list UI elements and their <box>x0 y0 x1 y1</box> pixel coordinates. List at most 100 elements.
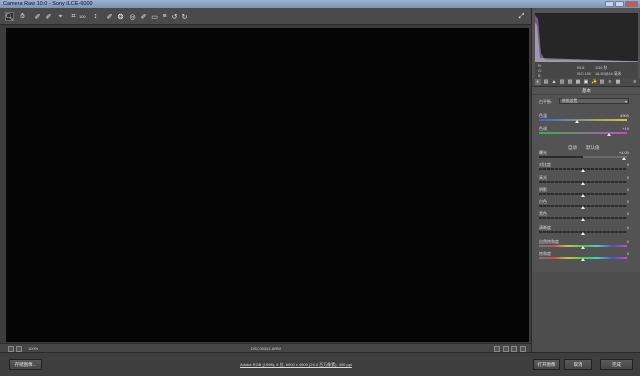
slider-row: 自然饱和度 0 <box>532 239 640 250</box>
white-balance-value: 原照设置 <box>562 99 578 103</box>
slider-value[interactable]: 0 <box>627 199 629 204</box>
canvas-area <box>0 25 531 343</box>
tab-tone-curve-icon[interactable]: ▤ <box>543 79 549 85</box>
targeted-adjustment-tool-icon[interactable]: ⌖ <box>56 12 65 21</box>
title-bar: Camera Raw 10.0 - Sony ILCE-6000 <box>0 0 640 8</box>
slider-track[interactable] <box>539 156 627 158</box>
zoom-tool-icon[interactable]: 🔍︎ <box>5 12 14 21</box>
histogram <box>535 13 638 62</box>
exif-info: R: G: B: f/5.6 1/30 秒 ISO 100 16-50@16 毫… <box>535 62 638 78</box>
workflow-options-link[interactable]: Adobe RGB (1998); 8 位; 6000 x 4000 (24.0… <box>240 362 352 368</box>
status-bar: 100% DSC00341.ARW <box>0 343 531 352</box>
zoom-value[interactable]: 100% <box>28 346 38 351</box>
slider-track[interactable] <box>539 132 627 134</box>
panel-menu-icon[interactable]: ≡ <box>632 79 638 85</box>
radial-filter-tool-icon[interactable]: ≡ <box>160 12 169 21</box>
slider-row: 对比度 0 <box>532 162 640 173</box>
slider-value[interactable]: 0 <box>627 225 629 230</box>
panel-empty-area <box>532 272 640 352</box>
minimize-button[interactable] <box>605 1 614 7</box>
slider-thumb[interactable] <box>581 182 585 185</box>
aperture-value: f/5.6 <box>577 66 585 70</box>
window-title: Camera Raw 10.0 - Sony ILCE-6000 <box>3 1 93 7</box>
slider-thumb[interactable] <box>574 120 579 123</box>
transform-tool-icon[interactable]: ✐ <box>105 12 114 21</box>
white-balance-select[interactable]: 原照设置 ▾ <box>559 98 629 104</box>
auto-button[interactable]: 自动 <box>568 145 577 151</box>
rgb-g-label: G: <box>538 69 543 73</box>
slider-thumb[interactable] <box>581 218 585 221</box>
panel-tabs: ◐ ▤ ▲ ▥ ▨ ▦ ▣ ✨ ▧ ≡ ▩ ≡ <box>532 78 640 87</box>
straighten-tool-icon[interactable]: ↕ <box>91 12 100 21</box>
red-eye-tool-icon[interactable]: ◎ <box>128 12 137 21</box>
slider-value[interactable]: 0 <box>627 211 629 216</box>
fullscreen-toggle-icon[interactable]: ⤢ <box>517 12 526 21</box>
slider-thumb[interactable] <box>622 157 627 160</box>
done-button[interactable]: 完成 <box>600 359 633 370</box>
tab-camera-calibration-icon[interactable]: ▧ <box>599 79 605 85</box>
close-button[interactable] <box>625 1 638 7</box>
slider-thumb[interactable] <box>581 206 585 209</box>
slider-thumb[interactable] <box>581 232 585 235</box>
iso-value: ISO 100 <box>577 72 591 76</box>
slider-thumb[interactable] <box>581 258 585 261</box>
slider-row: 黑色 0 <box>532 211 640 222</box>
slider-thumb[interactable] <box>581 194 585 197</box>
slider-value[interactable]: 4900 <box>620 113 629 118</box>
rotate-cw-tool-icon[interactable]: ↻ <box>180 12 189 21</box>
adjustment-panel: R: G: B: f/5.6 1/30 秒 ISO 100 16-50@16 毫… <box>531 8 640 352</box>
default-button[interactable]: 默认值 <box>586 145 600 151</box>
tab-effects-icon[interactable]: ✨ <box>591 79 597 85</box>
focal-length-value: 16-50@16 毫米 <box>595 72 622 76</box>
white-balance-label: 白平衡: <box>539 99 553 104</box>
slider-row: 高光 0 <box>532 175 640 186</box>
window-controls <box>605 0 638 8</box>
cancel-button[interactable]: 取消 <box>564 359 592 370</box>
panel-section-title: 基本 <box>532 87 640 95</box>
slider-row: 白色 0 <box>532 199 640 210</box>
slider-thumb[interactable] <box>607 133 612 136</box>
slider-value[interactable]: +19 <box>622 126 629 131</box>
slider-row: 清晰度 0 <box>532 225 640 236</box>
tab-hsl-icon[interactable]: ▥ <box>559 79 565 85</box>
rotate-ccw-tool-icon[interactable]: ↺ <box>170 12 179 21</box>
slider-row: 饱和度 0 <box>532 251 640 262</box>
adjustment-brush-tool-icon[interactable]: ✐ <box>139 12 148 21</box>
color-sampler-tool-icon[interactable]: ✐ <box>44 12 53 21</box>
maximize-button[interactable] <box>615 1 624 7</box>
slider-thumb[interactable] <box>581 246 585 249</box>
slider-row: 色调 +19 <box>532 126 640 137</box>
shutter-value: 1/30 秒 <box>595 66 608 70</box>
footer-bar: 存储图像... Adobe RGB (1998); 8 位; 6000 x 40… <box>0 352 640 376</box>
tab-presets-icon[interactable]: ≡ <box>607 79 613 85</box>
white-balance-row: 白平衡: 原照设置 ▾ <box>532 97 640 105</box>
slider-value[interactable]: 0 <box>627 175 629 180</box>
slider-row: 色温 4900 <box>532 113 640 124</box>
tab-lens-icon[interactable]: ▦ <box>575 79 581 85</box>
open-image-button[interactable]: 打开图像 <box>533 359 560 370</box>
slider-track[interactable] <box>539 119 627 121</box>
chevron-down-icon: ▾ <box>624 99 627 104</box>
save-image-button[interactable]: 存储图像... <box>9 359 42 370</box>
spot-removal-tool-icon[interactable]: ❂ <box>116 12 125 21</box>
file-name: DSC00341.ARW <box>251 346 281 351</box>
tab-transform-icon[interactable]: ▣ <box>583 79 589 85</box>
histogram-graph <box>535 15 638 62</box>
tab-detail-icon[interactable]: ▲ <box>551 79 557 85</box>
slider-value[interactable]: 0 <box>627 162 629 167</box>
slider-value[interactable]: 0 <box>627 251 629 256</box>
slider-value[interactable]: 0 <box>627 187 629 192</box>
slider-thumb[interactable] <box>581 169 585 172</box>
rgb-r-label: R: <box>538 64 542 68</box>
auto-default-row: 自动 默认值 <box>532 144 640 152</box>
tab-snapshots-icon[interactable]: ▩ <box>615 79 621 85</box>
tab-split-toning-icon[interactable]: ▨ <box>567 79 573 85</box>
slider-value[interactable]: 0 <box>627 239 629 244</box>
tab-basic-icon[interactable]: ◐ <box>535 79 541 85</box>
crop-tool-icon[interactable]: ⌗ <box>69 12 78 21</box>
graduated-filter-tool-icon[interactable]: ▭ <box>150 12 159 21</box>
hand-tool-icon[interactable]: ✋︎ <box>18 12 27 21</box>
zoom-level-label: 100 <box>79 14 86 19</box>
photo-preview[interactable] <box>6 28 529 342</box>
white-balance-tool-icon[interactable]: ✐ <box>33 12 42 21</box>
